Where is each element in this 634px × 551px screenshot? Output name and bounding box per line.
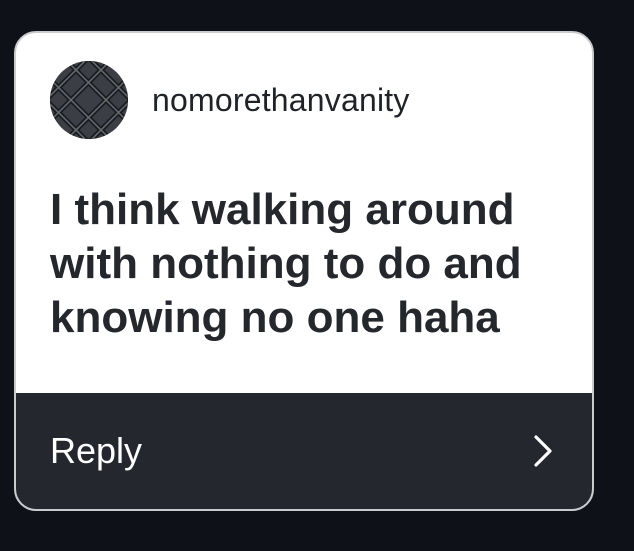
- reply-button[interactable]: Reply: [16, 393, 592, 509]
- profile-picture-icon: [50, 61, 128, 139]
- question-card: nomorethanvanity I think walking around …: [14, 31, 594, 511]
- question-text: I think walking around with nothing to d…: [50, 185, 522, 342]
- username[interactable]: nomorethanvanity: [152, 82, 410, 119]
- reply-label: Reply: [50, 430, 143, 471]
- post-header: nomorethanvanity: [50, 61, 410, 139]
- chevron-right-icon: [534, 435, 552, 467]
- avatar[interactable]: [50, 61, 128, 139]
